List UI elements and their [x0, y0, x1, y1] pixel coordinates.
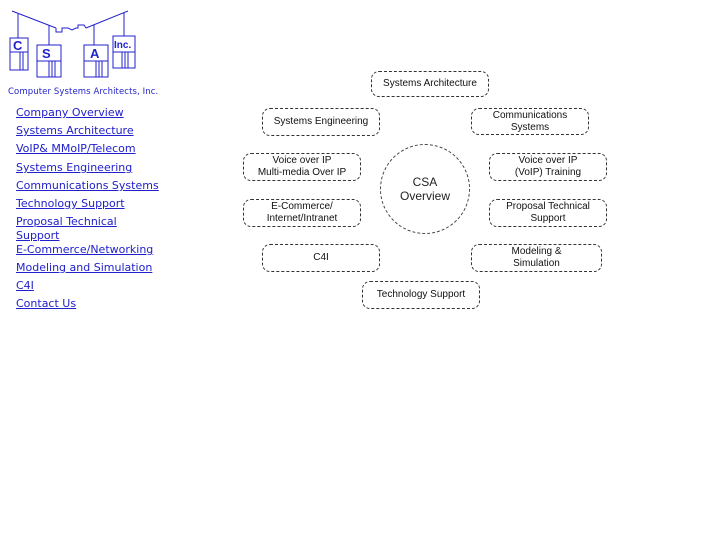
node-systems-engineering[interactable]: Systems Engineering: [262, 108, 380, 136]
node-label: Proposal Technical Support: [506, 201, 590, 224]
node-ecommerce[interactable]: E-Commerce/ Internet/Intranet: [243, 199, 361, 227]
node-label: C4I: [313, 252, 329, 263]
node-c4i[interactable]: C4I: [262, 244, 380, 272]
node-label: Voice over IP Multi-media Over IP: [257, 155, 347, 178]
node-label: Systems Architecture: [383, 78, 477, 89]
node-voip-mmoip[interactable]: Voice over IP Multi-media Over IP: [243, 153, 361, 181]
node-label: Voice over IP (VoIP) Training: [514, 155, 582, 178]
node-label: Technology Support: [376, 289, 466, 300]
node-label: E-Commerce/ Internet/Intranet: [266, 201, 338, 224]
overview-diagram: Systems Architecture Systems Engineering…: [0, 0, 727, 545]
node-modeling-simulation[interactable]: Modeling & Simulation: [471, 244, 602, 272]
node-voip-training[interactable]: Voice over IP (VoIP) Training: [489, 153, 607, 181]
node-systems-architecture[interactable]: Systems Architecture: [371, 71, 489, 97]
node-technology-support[interactable]: Technology Support: [362, 281, 480, 309]
node-communications-systems[interactable]: Communications Systems: [471, 108, 589, 135]
node-label: Systems Engineering: [273, 116, 369, 127]
node-proposal-support[interactable]: Proposal Technical Support: [489, 199, 607, 227]
node-label: Communications Systems: [492, 109, 568, 133]
node-label: Modeling & Simulation: [511, 246, 562, 269]
hub-csa-overview[interactable]: CSA Overview: [380, 144, 470, 234]
